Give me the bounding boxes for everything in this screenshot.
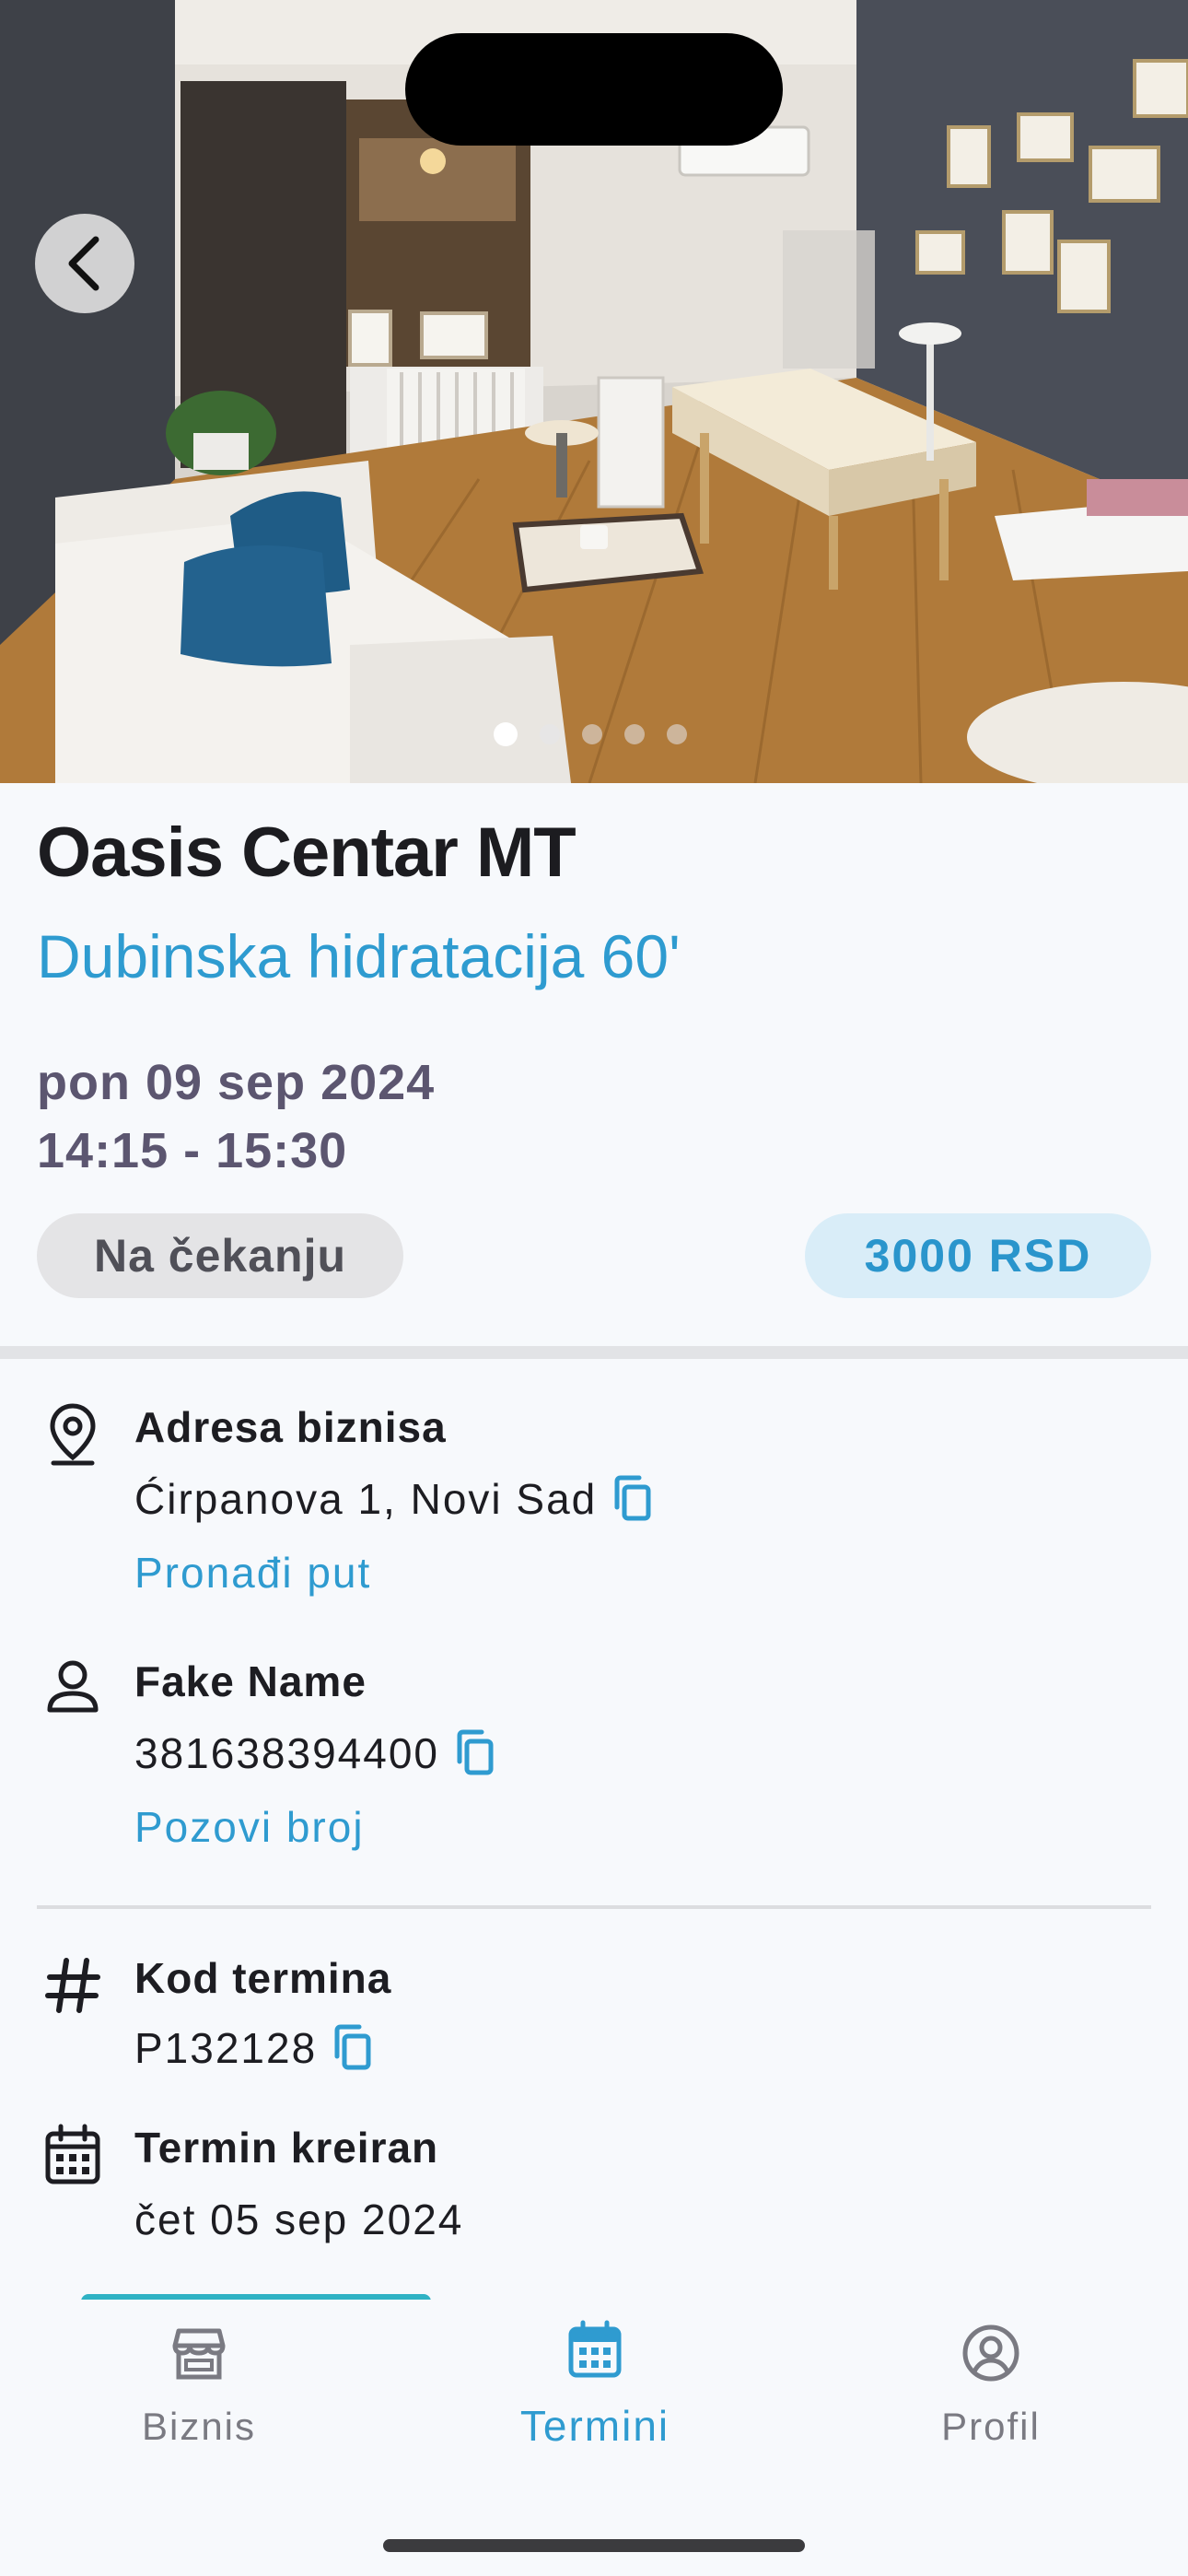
gallery-page-indicator[interactable] [494,722,687,746]
copy-icon[interactable] [452,1728,498,1778]
back-button[interactable] [35,214,134,313]
tab-termini-label: Termini [519,2402,670,2450]
price-label: 3000 RSD [864,1230,1092,1282]
location-pin-icon [50,1403,96,1466]
tab-biznis-label: Biznis [141,2405,257,2448]
tab-profil-label: Profil [941,2405,1041,2448]
calendar-icon [45,2124,100,2184]
tab-biznis[interactable]: Biznis [61,2300,337,2484]
price-badge: 3000 RSD [805,1213,1151,1298]
directions-link[interactable]: Pronađi put [134,1548,371,1598]
code-title: Kod termina [134,1954,392,2002]
section-divider [0,1346,1188,1359]
home-indicator [383,2539,805,2552]
created-date: čet 05 sep 2024 [134,2195,464,2243]
gallery-dot[interactable] [494,722,518,746]
calendar-icon [568,2320,622,2378]
person-icon [47,1660,99,1713]
gallery-dot[interactable] [582,724,602,744]
gallery-dot[interactable] [624,724,645,744]
status-badge: Na čekanju [37,1213,403,1298]
appointment-time: 14:15 - 15:30 [37,1123,348,1178]
store-icon [172,2328,226,2380]
created-title: Termin kreiran [134,2124,439,2172]
bottom-tab-bar: Biznis Termini Profil [0,2300,1188,2576]
profile-circle-icon [962,2324,1019,2382]
business-name: Oasis Centar MT [37,814,577,892]
gallery-dot[interactable] [667,724,687,744]
hash-icon [45,1958,100,2013]
tab-profil[interactable]: Profil [853,2300,1129,2484]
address-title: Adresa biznisa [134,1403,447,1451]
details-divider [37,1905,1151,1909]
phone-value-row: 381638394400 [134,1728,498,1778]
dynamic-island [405,33,783,146]
copy-icon[interactable] [610,1474,656,1524]
service-name: Dubinska hidratacija 60' [37,922,681,990]
appointment-code: P132128 [134,2024,318,2072]
salon-photo-gallery[interactable] [0,0,1188,783]
call-number-link[interactable]: Pozovi broj [134,1802,365,1852]
gallery-dot[interactable] [540,724,560,744]
code-value-row: P132128 [134,2023,376,2073]
address-value: Ćirpanova 1, Novi Sad [134,1475,598,1523]
tab-termini[interactable]: Termini [457,2300,733,2484]
copy-icon[interactable] [330,2023,376,2073]
contact-name: Fake Name [134,1657,367,1705]
chevron-left-icon [68,236,99,291]
address-value-row: Ćirpanova 1, Novi Sad [134,1474,656,1524]
appointment-date: pon 09 sep 2024 [37,1055,436,1110]
phone-number: 381638394400 [134,1729,439,1777]
status-label: Na čekanju [93,1230,346,1282]
